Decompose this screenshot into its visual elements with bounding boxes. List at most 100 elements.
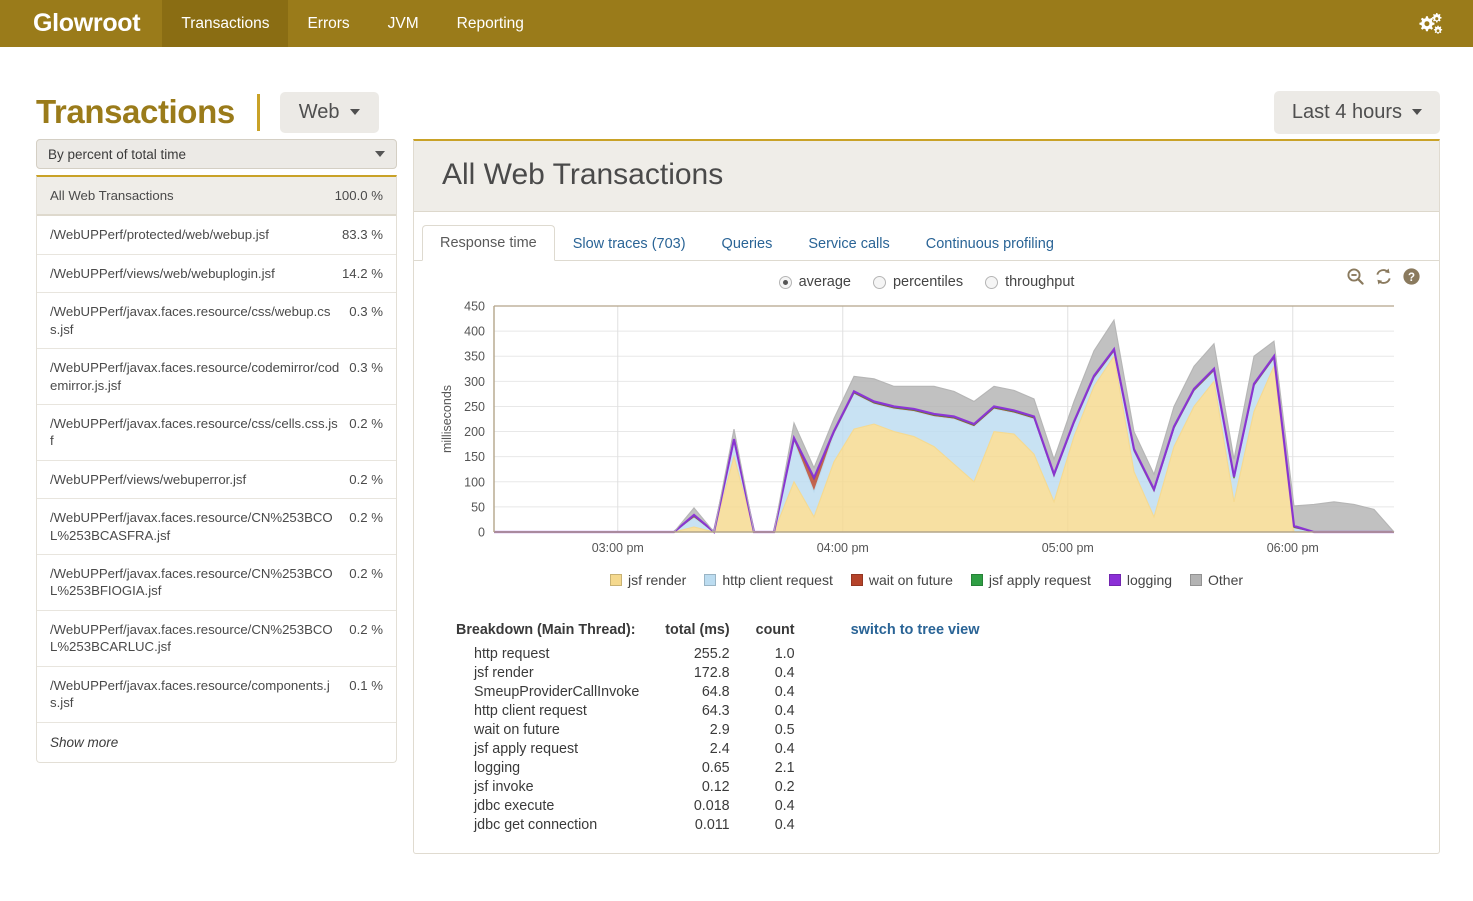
legend-item[interactable]: Other: [1190, 572, 1243, 588]
radio-average[interactable]: average: [779, 274, 851, 290]
breakdown-name: jsf render: [456, 663, 639, 682]
transaction-name: /WebUPPerf/javax.faces.resource/css/webu…: [50, 303, 349, 338]
nav-item-transactions[interactable]: Transactions: [162, 0, 288, 47]
time-range-dropdown[interactable]: Last 4 hours: [1274, 91, 1440, 134]
svg-text:250: 250: [464, 400, 485, 414]
breakdown-name: logging: [456, 758, 639, 777]
breakdown-total: 2.9: [639, 720, 729, 739]
chart-legend: jsf render http client request wait on fut…: [414, 572, 1439, 588]
list-item[interactable]: /WebUPPerf/javax.faces.resource/css/webu…: [37, 293, 396, 349]
tab-slow-traces[interactable]: Slow traces (703): [555, 226, 704, 261]
table-row: jsf invoke0.120.2: [456, 777, 795, 796]
show-more-button[interactable]: Show more: [37, 723, 396, 762]
svg-text:05:00 pm: 05:00 pm: [1042, 541, 1094, 555]
breakdown-title: Breakdown (Main Thread):: [456, 622, 639, 644]
breakdown-count: 0.5: [730, 720, 795, 739]
transaction-percent: 0.2 %: [349, 509, 383, 526]
svg-text:100: 100: [464, 475, 485, 489]
list-item[interactable]: /WebUPPerf/javax.faces.resource/componen…: [37, 667, 396, 723]
list-item[interactable]: /WebUPPerf/views/webuperror.jsf 0.2 %: [37, 461, 396, 499]
legend-label: jsf apply request: [989, 572, 1091, 588]
svg-text:04:00 pm: 04:00 pm: [817, 541, 869, 555]
response-time-chart[interactable]: 050100150200250300350400450milliseconds0…: [438, 296, 1415, 568]
breakdown-count: 0.4: [730, 663, 795, 682]
tab-queries[interactable]: Queries: [704, 226, 791, 261]
svg-text:03:00 pm: 03:00 pm: [592, 541, 644, 555]
transaction-name: /WebUPPerf/javax.faces.resource/CN%253BC…: [50, 565, 349, 600]
help-icon[interactable]: ?: [1402, 267, 1421, 286]
tab-continuous-profiling[interactable]: Continuous profiling: [908, 226, 1072, 261]
transaction-name: /WebUPPerf/javax.faces.resource/css/cell…: [50, 415, 349, 450]
svg-text:400: 400: [464, 325, 485, 339]
breakdown-total: 64.8: [639, 682, 729, 701]
nav-item-errors[interactable]: Errors: [288, 0, 368, 47]
legend-item[interactable]: http client request: [704, 572, 833, 588]
table-row: SmeupProviderCallInvoke64.80.4: [456, 682, 795, 701]
radio-average-label: average: [799, 274, 851, 290]
table-row: jdbc execute0.0180.4: [456, 796, 795, 815]
radio-throughput[interactable]: throughput: [985, 274, 1074, 290]
sidebar: By percent of total time All Web Transac…: [36, 139, 397, 763]
transaction-percent: 0.1 %: [349, 677, 383, 694]
list-item[interactable]: /WebUPPerf/javax.faces.resource/CN%253BC…: [37, 555, 396, 611]
brand-logo[interactable]: Glowroot: [0, 0, 162, 47]
transaction-type-dropdown[interactable]: Web: [280, 92, 379, 133]
sort-order-select[interactable]: By percent of total time: [36, 139, 397, 169]
page-title: Transactions: [36, 93, 235, 131]
nav-item-reporting[interactable]: Reporting: [438, 0, 543, 47]
gear-icon[interactable]: [1413, 9, 1447, 39]
legend-label: wait on future: [869, 572, 953, 588]
zoom-out-icon[interactable]: [1346, 267, 1365, 286]
svg-text:?: ?: [1408, 272, 1415, 284]
svg-text:milliseconds: milliseconds: [440, 385, 454, 453]
list-item[interactable]: /WebUPPerf/javax.faces.resource/css/cell…: [37, 405, 396, 461]
nav-item-jvm[interactable]: JVM: [369, 0, 438, 47]
svg-text:150: 150: [464, 450, 485, 464]
chart-mode-radios: average percentiles throughput: [414, 261, 1439, 294]
breakdown-name: http client request: [456, 701, 639, 720]
refresh-icon[interactable]: [1374, 267, 1393, 286]
radio-percentiles[interactable]: percentiles: [873, 274, 963, 290]
content-area: By percent of total time All Web Transac…: [0, 139, 1473, 854]
legend-swatch: [704, 574, 716, 586]
transaction-percent: 0.2 %: [349, 565, 383, 582]
legend-swatch: [1109, 574, 1121, 586]
transaction-name: /WebUPPerf/javax.faces.resource/codemirr…: [50, 359, 349, 394]
switch-to-tree-view-link[interactable]: switch to tree view: [851, 622, 980, 638]
list-item[interactable]: /WebUPPerf/javax.faces.resource/CN%253BC…: [37, 499, 396, 555]
navbar-right: [1413, 0, 1473, 47]
breakdown-count: 2.1: [730, 758, 795, 777]
table-row: jsf render172.80.4: [456, 663, 795, 682]
legend-label: logging: [1127, 572, 1172, 588]
breakdown-total: 172.8: [639, 663, 729, 682]
radio-dot-icon: [873, 276, 886, 289]
transaction-percent: 0.3 %: [349, 303, 383, 320]
breakdown-col-count: count: [730, 622, 795, 644]
breakdown-count: 0.2: [730, 777, 795, 796]
legend-swatch: [971, 574, 983, 586]
radio-throughput-label: throughput: [1005, 274, 1074, 290]
breakdown-count: 0.4: [730, 701, 795, 720]
table-row: http client request64.30.4: [456, 701, 795, 720]
list-item[interactable]: /WebUPPerf/protected/web/webup.jsf 83.3 …: [37, 216, 396, 254]
svg-text:200: 200: [464, 425, 485, 439]
breakdown-total: 0.018: [639, 796, 729, 815]
transaction-percent: 0.2 %: [349, 415, 383, 432]
list-item[interactable]: /WebUPPerf/javax.faces.resource/codemirr…: [37, 349, 396, 405]
legend-item[interactable]: jsf apply request: [971, 572, 1091, 588]
breakdown-count: 0.4: [730, 815, 795, 834]
legend-item[interactable]: jsf render: [610, 572, 686, 588]
legend-item[interactable]: wait on future: [851, 572, 953, 588]
transaction-percent: 83.3 %: [342, 226, 383, 243]
svg-text:06:00 pm: 06:00 pm: [1267, 541, 1319, 555]
tab-response-time[interactable]: Response time: [422, 225, 555, 261]
chevron-down-icon: [350, 109, 360, 115]
list-item[interactable]: /WebUPPerf/views/web/webuplogin.jsf 14.2…: [37, 255, 396, 293]
list-item[interactable]: /WebUPPerf/javax.faces.resource/CN%253BC…: [37, 611, 396, 667]
breakdown-total: 255.2: [639, 644, 729, 663]
tab-service-calls[interactable]: Service calls: [790, 226, 907, 261]
panel-header: All Web Transactions: [414, 141, 1439, 212]
svg-text:450: 450: [464, 300, 485, 314]
list-item[interactable]: All Web Transactions 100.0 %: [37, 177, 396, 216]
legend-item[interactable]: logging: [1109, 572, 1172, 588]
